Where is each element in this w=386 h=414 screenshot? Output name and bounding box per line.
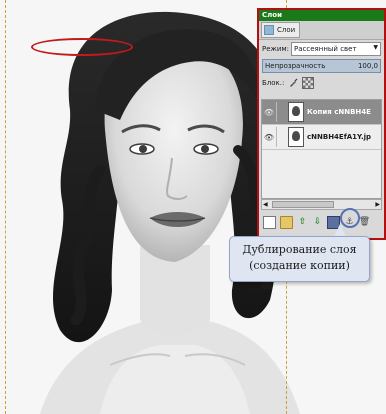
eye-icon[interactable]: 👁 bbox=[262, 133, 276, 142]
chain-slot[interactable] bbox=[276, 127, 285, 147]
tab-bar: Слои bbox=[259, 21, 384, 40]
new-layer-icon[interactable] bbox=[263, 215, 276, 229]
opacity-row: Непрозрачность 100,0 bbox=[259, 58, 384, 74]
lock-label: Блок.: bbox=[262, 79, 285, 87]
panel-title: Слои bbox=[259, 10, 384, 21]
scroll-left-icon[interactable]: ◀ bbox=[263, 201, 268, 208]
selection-border bbox=[5, 0, 287, 414]
callout-line-2: (создание копии) bbox=[249, 259, 350, 272]
lower-layer-icon[interactable]: ⇩ bbox=[312, 217, 323, 228]
raise-layer-icon[interactable]: ⇧ bbox=[297, 217, 308, 228]
mode-row: Режим: Рассеянный свет ▼ bbox=[259, 40, 384, 58]
callout-tooltip: Дублирование слоя (создание копии) bbox=[229, 236, 370, 282]
eye-icon[interactable]: 👁 bbox=[262, 108, 276, 117]
layers-list: 👁 Копия cNNBH4E 👁 cNNBH4EfA1Y.jp bbox=[261, 99, 382, 199]
opacity-value: 100,0 bbox=[357, 62, 378, 70]
layers-panel: Слои Слои Режим: Рассеянный свет ▼ Непро… bbox=[257, 8, 386, 240]
chain-slot[interactable] bbox=[276, 102, 285, 122]
tab-layers[interactable]: Слои bbox=[261, 22, 301, 38]
mode-label: Режим: bbox=[262, 45, 290, 53]
lock-pixels-icon[interactable] bbox=[288, 78, 298, 88]
layer-name: cNNBH4EfA1Y.jp bbox=[307, 133, 372, 141]
lock-row: Блок.: bbox=[259, 74, 384, 92]
layer-row[interactable]: 👁 Копия cNNBH4E bbox=[262, 100, 381, 125]
layer-name: Копия cNNBH4E bbox=[307, 108, 371, 116]
delete-layer-icon[interactable]: 🗑 bbox=[359, 217, 370, 228]
chevron-down-icon: ▼ bbox=[373, 44, 378, 51]
lock-alpha-icon[interactable] bbox=[302, 77, 315, 89]
horizontal-scrollbar[interactable]: ◀ ▶ bbox=[261, 199, 382, 210]
layer-row[interactable]: 👁 cNNBH4EfA1Y.jp bbox=[262, 125, 381, 150]
callout-line-1: Дублирование слоя bbox=[242, 243, 357, 256]
layer-thumbnail bbox=[288, 127, 304, 147]
folder-icon[interactable] bbox=[280, 215, 293, 229]
mode-value: Рассеянный свет bbox=[294, 45, 357, 53]
opacity-slider[interactable]: Непрозрачность 100,0 bbox=[262, 59, 381, 73]
scroll-right-icon[interactable]: ▶ bbox=[375, 201, 380, 208]
opacity-label: Непрозрачность bbox=[265, 62, 326, 70]
layers-tab-icon bbox=[264, 25, 274, 35]
tab-layers-label: Слои bbox=[277, 26, 296, 34]
scrollbar-thumb[interactable] bbox=[272, 201, 334, 208]
layer-thumbnail bbox=[288, 102, 304, 122]
mode-highlight-ring bbox=[31, 38, 133, 56]
layers-toolbar: ⇧ ⇩ ⚓ 🗑 bbox=[261, 212, 382, 232]
mode-select[interactable]: Рассеянный свет ▼ bbox=[291, 42, 381, 56]
